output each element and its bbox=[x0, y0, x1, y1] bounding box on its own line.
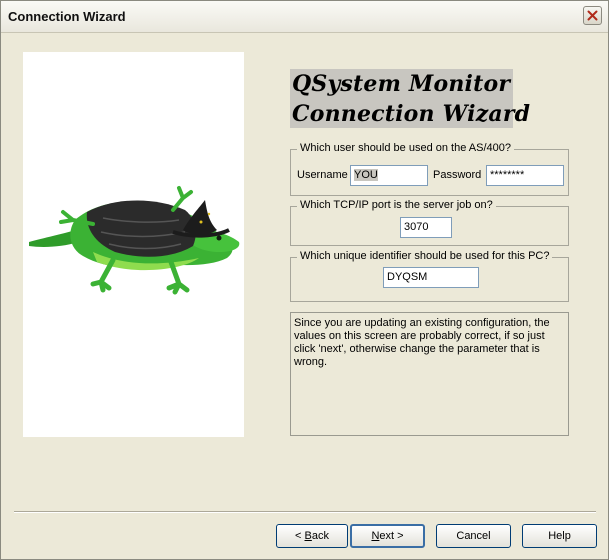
username-label: Username bbox=[297, 169, 348, 181]
port-value: 3070 bbox=[404, 221, 429, 233]
title-bar: Connection Wizard bbox=[1, 1, 608, 33]
close-icon bbox=[587, 10, 598, 21]
user-group-legend: Which user should be used on the AS/400? bbox=[297, 142, 514, 154]
password-value: ******** bbox=[490, 169, 525, 181]
next-button[interactable]: Next > bbox=[350, 524, 425, 548]
port-group-legend: Which TCP/IP port is the server job on? bbox=[297, 199, 496, 211]
identifier-value: DYQSM bbox=[387, 271, 428, 283]
port-group: Which TCP/IP port is the server job on? … bbox=[290, 199, 569, 246]
identifier-input[interactable]: DYQSM bbox=[383, 267, 479, 288]
button-separator bbox=[14, 511, 596, 513]
connection-wizard-window: Connection Wizard QSystem Monitor Connec… bbox=[0, 0, 609, 560]
lizard-wizard-image bbox=[29, 186, 240, 295]
help-label: Help bbox=[548, 530, 571, 542]
back-button[interactable]: < Back bbox=[276, 524, 348, 548]
identifier-group: Which unique identifier should be used f… bbox=[290, 250, 569, 302]
info-message: Since you are updating an existing confi… bbox=[290, 312, 569, 436]
next-rest: ext > bbox=[379, 530, 404, 542]
help-button[interactable]: Help bbox=[522, 524, 597, 548]
port-input[interactable]: 3070 bbox=[400, 217, 452, 238]
heading-line-2: Connection Wizard bbox=[292, 101, 531, 127]
username-value: YOU bbox=[354, 169, 378, 181]
username-input[interactable]: YOU bbox=[350, 165, 428, 186]
cancel-button[interactable]: Cancel bbox=[436, 524, 511, 548]
password-label: Password bbox=[433, 169, 482, 181]
heading-line-1: QSystem Monitor bbox=[292, 71, 511, 97]
wizard-image-panel bbox=[23, 52, 244, 437]
close-button[interactable] bbox=[583, 6, 602, 25]
user-group: Which user should be used on the AS/400?… bbox=[290, 142, 569, 196]
cancel-label: Cancel bbox=[456, 530, 491, 542]
wizard-heading: QSystem Monitor Connection Wizard bbox=[290, 69, 530, 128]
password-input[interactable]: ******** bbox=[486, 165, 564, 186]
identifier-group-legend: Which unique identifier should be used f… bbox=[297, 250, 553, 262]
back-rest: ack bbox=[311, 530, 329, 542]
window-title: Connection Wizard bbox=[8, 9, 126, 24]
back-prefix: < bbox=[295, 530, 305, 542]
back-key: B bbox=[304, 530, 312, 542]
